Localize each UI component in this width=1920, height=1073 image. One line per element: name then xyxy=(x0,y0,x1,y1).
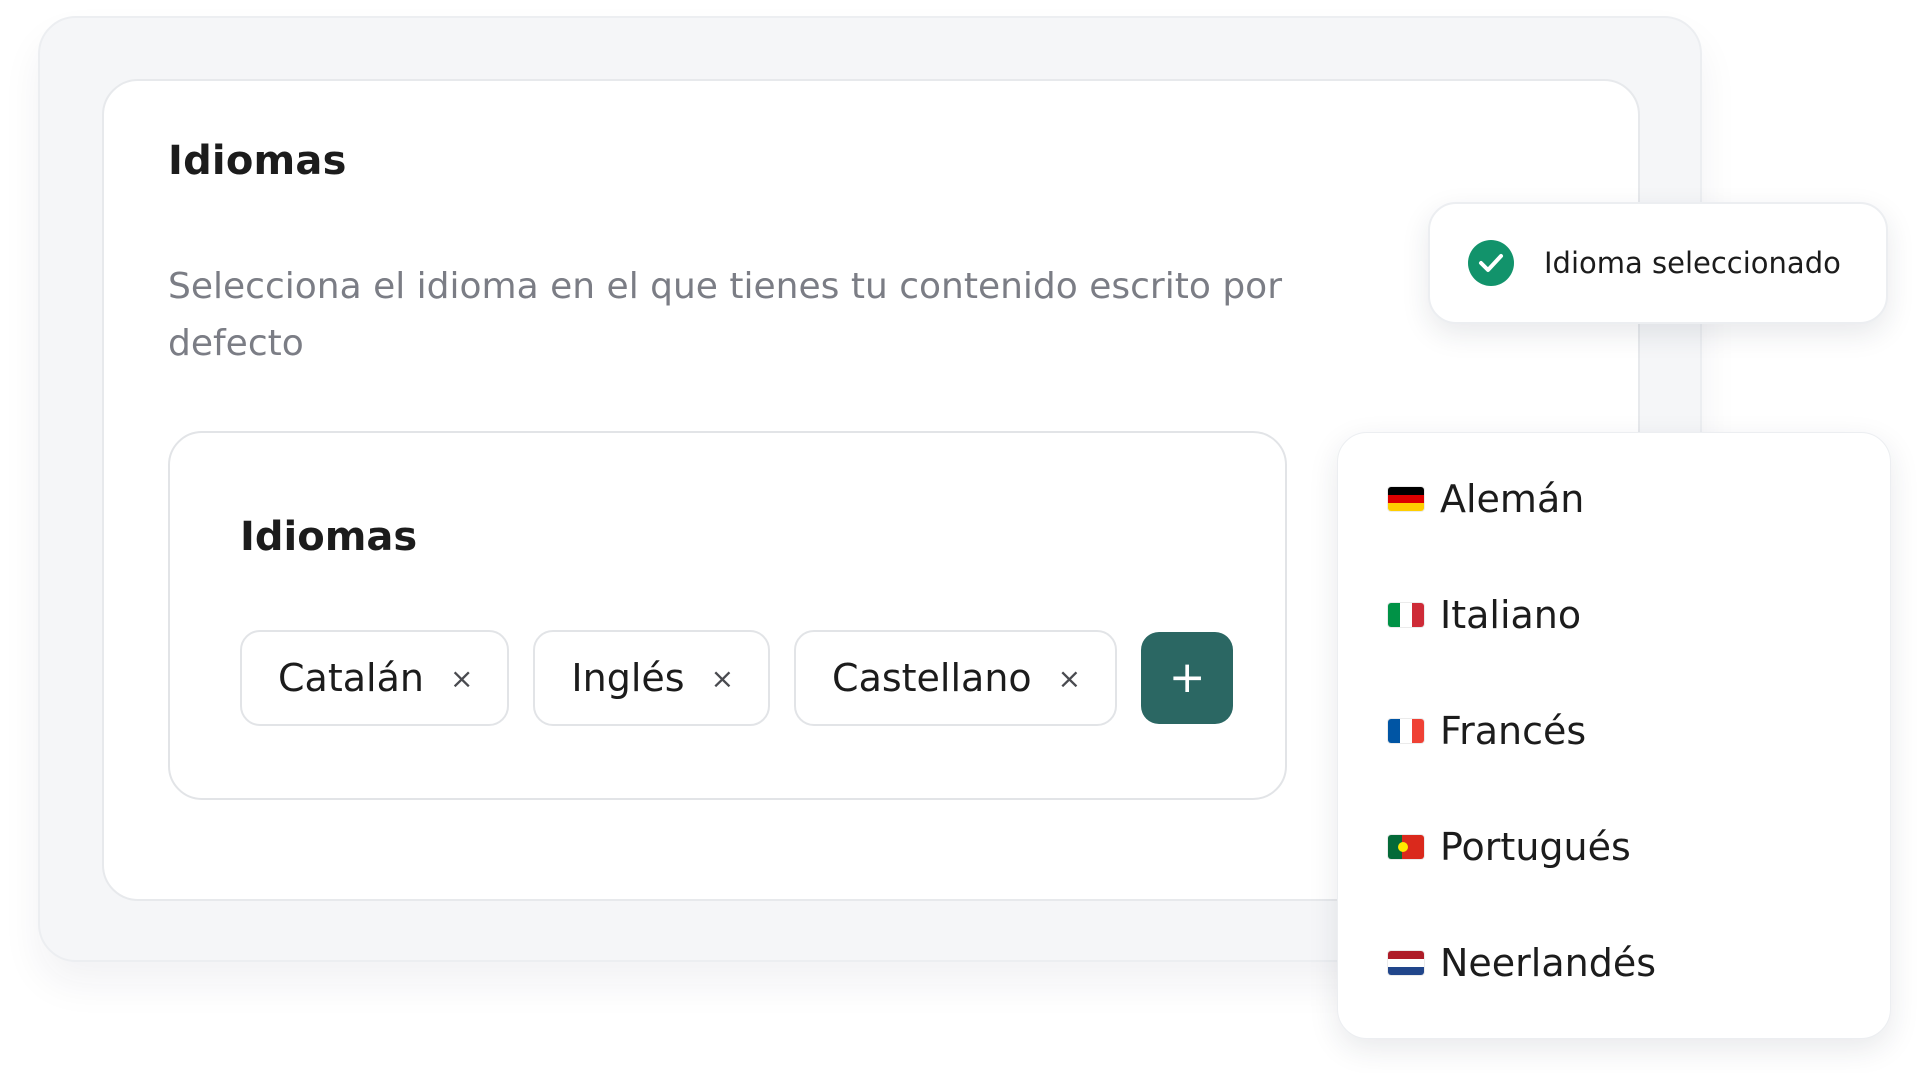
success-toast: Idioma seleccionado xyxy=(1428,202,1888,324)
option-neerlandes[interactable]: Neerlandés xyxy=(1388,941,1656,985)
language-field xyxy=(168,431,1287,800)
field-label: Idiomas xyxy=(240,514,418,560)
flag-it-icon xyxy=(1388,603,1424,627)
option-label: Portugués xyxy=(1440,825,1631,869)
chip-list: Catalán × Inglés × Castellano × + xyxy=(240,630,1234,726)
option-portugues[interactable]: Portugués xyxy=(1388,825,1631,869)
remove-icon[interactable]: × xyxy=(1058,662,1081,695)
check-circle-icon xyxy=(1468,240,1514,286)
chip-label: Castellano xyxy=(832,656,1032,700)
toast-message: Idioma seleccionado xyxy=(1544,246,1841,280)
option-aleman[interactable]: Alemán xyxy=(1388,477,1584,521)
option-label: Alemán xyxy=(1440,477,1585,521)
option-label: Francés xyxy=(1440,709,1587,753)
flag-fr-icon xyxy=(1388,719,1424,743)
option-label: Italiano xyxy=(1440,593,1582,637)
chip-castellano[interactable]: Castellano × xyxy=(794,630,1118,726)
card-description: Selecciona el idioma en el que tienes tu… xyxy=(168,266,1282,364)
option-frances[interactable]: Francés xyxy=(1388,709,1586,753)
chip-label: Inglés xyxy=(571,656,685,700)
flag-nl-icon xyxy=(1388,951,1424,975)
language-dropdown: Alemán Italiano Francés Portugués Neerla… xyxy=(1337,432,1891,1039)
remove-icon[interactable]: × xyxy=(711,662,734,695)
option-label: Neerlandés xyxy=(1440,941,1657,985)
chip-ingles[interactable]: Inglés × xyxy=(533,630,771,726)
chip-label: Catalán xyxy=(278,656,424,700)
chip-catalan[interactable]: Catalán × xyxy=(240,630,510,726)
plus-icon: + xyxy=(1168,652,1206,703)
card-title: Idiomas xyxy=(168,138,347,184)
remove-icon[interactable]: × xyxy=(450,662,473,695)
option-italiano[interactable]: Italiano xyxy=(1388,593,1581,637)
flag-pt-icon xyxy=(1388,835,1424,859)
add-language-button[interactable]: + xyxy=(1141,632,1234,724)
flag-de-icon xyxy=(1388,487,1424,511)
